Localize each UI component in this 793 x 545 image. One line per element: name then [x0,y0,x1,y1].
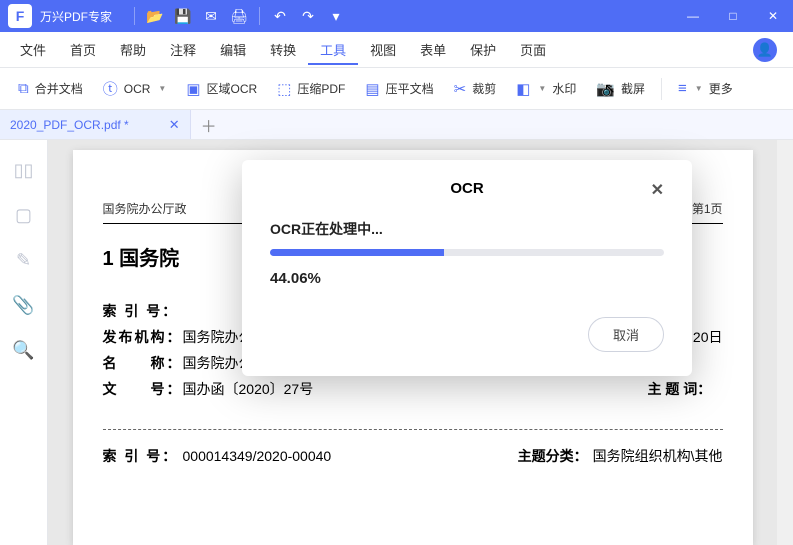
chevron-down-icon: ▼ [695,84,703,93]
tool-label: OCR [124,82,151,96]
field-label: 名 称： [103,353,183,373]
dotted-rule [103,429,723,430]
menu-item-5[interactable]: 转换 [258,34,308,65]
screenshot-button[interactable]: 📷 截屏 [588,76,653,102]
separator [661,78,662,100]
menu-item-0[interactable]: 文件 [8,34,58,65]
maximize-button[interactable]: □ [713,0,753,32]
tab-bar: 2020_PDF_OCR.pdf * ✕ ＋ [0,110,793,140]
toolbar: ⧉ 合并文档 ⓣ OCR ▼ ▣ 区域OCR ⬚ 压缩PDF ▤ 压平文档 ✂ 裁剪 ◧ ▼ 水印… [0,68,793,110]
menu-bar: 文件首页帮助注释编辑转换工具视图表单保护页面 👤 [0,32,793,68]
progress-fill [270,249,444,256]
watermark-button[interactable]: ◧ ▼ 水印 [508,76,584,102]
dialog-close-icon[interactable]: ✕ [651,180,664,200]
redo-icon[interactable]: ↷ [294,2,322,30]
field-value: 000014349/2020-00040 [183,448,458,464]
page-number: 第1页 [692,200,723,217]
divider [259,7,260,25]
document-tab[interactable]: 2020_PDF_OCR.pdf * ✕ [0,110,191,139]
attachment-icon[interactable]: 📎 [12,295,34,316]
ocr-button[interactable]: ⓣ OCR ▼ [95,74,175,103]
comments-icon[interactable]: ✎ [16,250,31,271]
tool-label: 水印 [552,80,576,97]
tool-label: 压缩PDF [297,80,345,97]
thumbnails-icon[interactable]: ▯▯ [14,160,34,181]
chevron-down-icon: ▼ [538,84,546,93]
tab-title: 2020_PDF_OCR.pdf * [10,118,129,132]
crop-button[interactable]: ✂ 裁剪 [446,76,505,102]
merge-icon: ⧉ [18,80,29,97]
field-label: 索 引 号： [103,446,183,466]
save-icon[interactable]: 💾 [169,2,197,30]
tool-label: 区域OCR [207,80,258,97]
search-icon[interactable]: 🔍 [12,340,34,361]
merge-docs-button[interactable]: ⧉ 合并文档 [10,76,91,101]
progress-bar [270,249,664,256]
area-ocr-button[interactable]: ▣ 区域OCR [178,76,265,102]
menu-item-1[interactable]: 首页 [58,34,108,65]
menu-item-10[interactable]: 页面 [508,34,558,65]
tool-label: 合并文档 [35,80,83,97]
more-icon: ≡ [678,80,687,97]
field-value: 国务院组织机构\其他 [593,446,723,466]
progress-status-text: OCR正在处理中... [270,219,664,239]
dialog-title: OCR [450,180,483,197]
mail-icon[interactable]: ✉ [197,2,225,30]
divider [134,7,135,25]
chevron-down-icon: ▼ [158,84,166,93]
app-title: 万兴PDF专家 [40,8,112,25]
open-icon[interactable]: 📂 [141,2,169,30]
camera-icon: 📷 [596,80,615,98]
bookmark-icon[interactable]: ▢ [15,205,32,226]
page-header-left: 国务院办公厅政 [103,200,187,217]
menu-item-6[interactable]: 工具 [308,34,358,65]
cancel-button[interactable]: 取消 [588,317,664,352]
ocr-progress-dialog: OCR ✕ OCR正在处理中... 44.06% 取消 [242,160,692,376]
tool-label: 压平文档 [386,80,434,97]
tool-label: 更多 [709,80,733,97]
field-value: 国办函〔2020〕27号 [183,379,588,399]
field-label: 文 号： [103,379,183,399]
menu-item-7[interactable]: 视图 [358,34,408,65]
print-icon[interactable]: 🖨 [225,2,253,30]
flatten-icon: ▤ [365,80,379,98]
vertical-scrollbar[interactable] [777,140,793,545]
field-label: 主 题 词： [648,379,723,399]
dropdown-icon[interactable]: ▾ [322,2,350,30]
undo-icon[interactable]: ↶ [266,2,294,30]
field-label: 发布机构： [103,327,183,347]
minimize-button[interactable]: — [673,0,713,32]
progress-percent: 44.06% [270,270,664,287]
menu-item-3[interactable]: 注释 [158,34,208,65]
crop-icon: ✂ [454,80,467,98]
app-logo-icon: F [8,4,32,28]
tool-label: 截屏 [621,80,645,97]
menu-item-4[interactable]: 编辑 [208,34,258,65]
area-ocr-icon: ▣ [186,80,200,98]
user-avatar-icon[interactable]: 👤 [753,38,777,62]
compress-button[interactable]: ⬚ 压缩PDF [269,76,353,102]
new-tab-button[interactable]: ＋ [191,113,227,137]
flatten-button[interactable]: ▤ 压平文档 [357,76,441,102]
field-label: 主题分类： [518,446,593,466]
menu-item-2[interactable]: 帮助 [108,34,158,65]
tool-label: 裁剪 [472,80,496,97]
compress-icon: ⬚ [277,80,291,98]
ocr-icon: ⓣ [103,78,118,99]
watermark-icon: ◧ [516,80,530,98]
menu-item-9[interactable]: 保护 [458,34,508,65]
field-label: 索 引 号： [103,301,183,321]
close-button[interactable]: ✕ [753,0,793,32]
more-button[interactable]: ≡ ▼ 更多 [670,76,741,101]
close-tab-icon[interactable]: ✕ [169,117,180,133]
menu-item-8[interactable]: 表单 [408,34,458,65]
title-bar: F 万兴PDF专家 📂 💾 ✉ 🖨 ↶ ↷ ▾ — □ ✕ [0,0,793,32]
left-sidebar: ▯▯ ▢ ✎ 📎 🔍 [0,140,48,545]
